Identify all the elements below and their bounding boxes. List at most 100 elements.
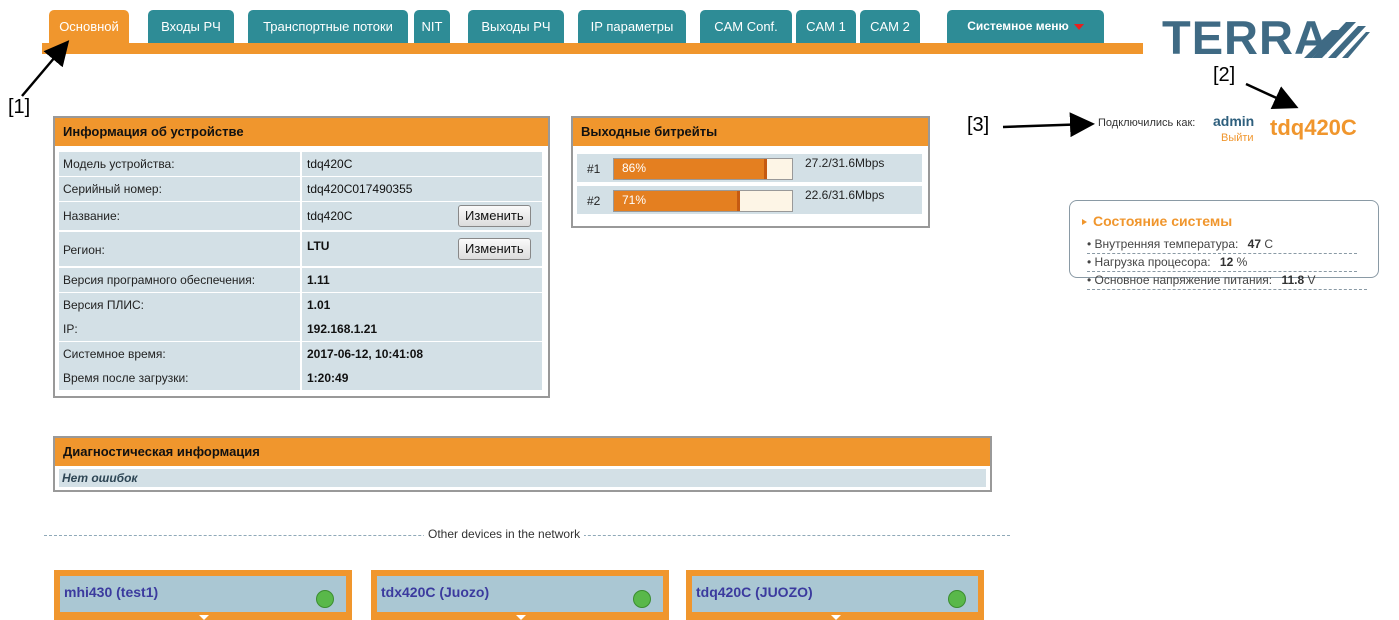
callout-1: [1] (8, 96, 31, 118)
terra-logo: TERRA (1162, 4, 1372, 64)
row-divider (300, 202, 302, 230)
chevron-down-icon[interactable] (831, 615, 841, 620)
device-card: mhi430 (test1) (60, 576, 346, 612)
status-led-icon (948, 590, 966, 608)
network-device-2[interactable]: tdx420C (Juozo) (371, 570, 669, 620)
network-divider-label: Other devices in the network (424, 527, 585, 541)
callout-3-arrow (1002, 112, 1095, 138)
status-unit: % (1236, 255, 1248, 269)
change-name-button[interactable]: Изменить (458, 205, 531, 227)
tab-cam-2[interactable]: CAM 2 (860, 10, 920, 43)
device-info-title: Информация об устройстве (55, 118, 548, 146)
device-card: tdq420C (JUOZO) (692, 576, 978, 612)
status-led-icon (316, 590, 334, 608)
status-row-cpu: • Нагрузка процесора: 12 % (1087, 255, 1357, 272)
tab-label: CAM Conf. (714, 19, 778, 34)
bitrate-percent: 71% (622, 193, 647, 207)
info-label: Время после загрузки: (63, 371, 189, 385)
logout-link[interactable]: Выйти (1221, 132, 1254, 144)
row-divider (300, 232, 302, 266)
device-info-panel: Информация об устройстве Модель устройст… (53, 116, 550, 398)
chevron-down-icon[interactable] (199, 615, 209, 620)
bitrate-index: #1 (587, 162, 601, 176)
device-card: tdx420C (Juozo) (377, 576, 663, 612)
tab-system-menu[interactable]: Системное меню (947, 10, 1104, 43)
chevron-down-icon[interactable] (516, 615, 526, 620)
info-value: 192.168.1.21 (307, 322, 378, 336)
info-value: tdq420C (307, 209, 353, 223)
status-value: 12 (1219, 255, 1234, 269)
status-led-icon (633, 590, 651, 608)
info-label: Системное время: (63, 347, 166, 361)
tab-cam-conf[interactable]: CAM Conf. (700, 10, 792, 43)
tab-label: Системное меню (967, 19, 1069, 33)
tab-label: Входы РЧ (161, 19, 221, 34)
chevron-down-icon (1073, 23, 1084, 30)
row-divider (300, 293, 302, 317)
row-divider (300, 177, 302, 201)
tab-rf-outputs[interactable]: Выходы РЧ (468, 10, 564, 43)
bitrate-index: #2 (587, 194, 601, 208)
status-row-temperature: • Внутренняя температура: 47 C (1087, 237, 1357, 254)
info-label: IP: (63, 322, 78, 336)
info-label: Регион: (63, 243, 105, 257)
tab-nit[interactable]: NIT (414, 10, 450, 43)
status-row-voltage: • Основное напряжение питания: 11.8 V (1087, 273, 1367, 290)
tab-label: IP параметры (590, 19, 674, 34)
tab-transport-streams[interactable]: Транспортные потоки (248, 10, 408, 43)
info-row-ip: IP: 192.168.1.21 (59, 317, 542, 341)
row-divider (300, 317, 302, 341)
system-status-title: Состояние системы (1082, 213, 1232, 229)
diagnostics-panel: Диагностическая информация Нет ошибок (53, 436, 992, 492)
callout-2: [2] (1213, 64, 1236, 86)
change-region-button[interactable]: Изменить (458, 238, 531, 260)
triangle-icon (1082, 219, 1087, 226)
device-name: tdq420C (1270, 115, 1357, 140)
info-label: Версия програмного обеспечения: (63, 273, 256, 287)
bitrate-value: 27.2/31.6Mbps (805, 156, 885, 170)
device-link[interactable]: mhi430 (test1) (64, 584, 158, 600)
device-link[interactable]: tdq420C (JUOZO) (696, 584, 813, 600)
callout-2-arrow (1245, 82, 1299, 110)
info-label: Модель устройства: (63, 157, 175, 171)
bitrate-row-2: #2 71% 22.6/31.6Mbps (577, 186, 922, 214)
device-link[interactable]: tdx420C (Juozo) (381, 584, 489, 600)
row-divider (300, 342, 302, 366)
bitrate-bar-2: 71% (613, 190, 793, 212)
info-row-software: Версия програмного обеспечения: 1.11 (59, 268, 542, 292)
login-info: Подключились как: admin Выйти tdq420C (1098, 112, 1368, 152)
tab-label: Выходы РЧ (481, 19, 551, 34)
tab-label: Основной (59, 19, 119, 34)
info-row-uptime: Время после загрузки: 1:20:49 (59, 366, 542, 390)
bitrate-value: 22.6/31.6Mbps (805, 188, 885, 202)
status-value: 47 (1247, 237, 1262, 251)
info-value: tdq420C017490355 (307, 182, 413, 196)
info-value: tdq420C (307, 157, 353, 171)
network-device-3[interactable]: tdq420C (JUOZO) (686, 570, 984, 620)
info-label: Серийный номер: (63, 182, 162, 196)
tab-label: NIT (421, 19, 443, 34)
tab-main[interactable]: Основной (49, 10, 129, 43)
tab-rf-inputs[interactable]: Входы РЧ (148, 10, 234, 43)
info-value: LTU (307, 239, 330, 253)
diagnostics-message: Нет ошибок (59, 469, 986, 487)
bitrate-bar-1: 86% (613, 158, 793, 180)
row-divider (300, 268, 302, 292)
status-unit: V (1307, 273, 1316, 287)
tab-cam-1[interactable]: CAM 1 (796, 10, 856, 43)
login-username: admin (1213, 113, 1255, 129)
info-row-system-time: Системное время: 2017-06-12, 10:41:08 (59, 342, 542, 366)
status-label: Нагрузка процесора: (1094, 255, 1211, 269)
info-label: Версия ПЛИС: (63, 298, 145, 312)
info-row-fpga: Версия ПЛИС: 1.01 (59, 293, 542, 317)
row-divider (300, 152, 302, 176)
bitrate-row-1: #1 86% 27.2/31.6Mbps (577, 154, 922, 182)
diagnostics-title: Диагностическая информация (55, 438, 990, 466)
info-value: 2017-06-12, 10:41:08 (307, 347, 424, 361)
bitrates-panel: Выходные битрейты #1 86% 27.2/31.6Mbps #… (571, 116, 930, 228)
system-status-box: Состояние системы • Внутренняя температу… (1069, 200, 1379, 290)
system-status-title-text: Состояние системы (1093, 213, 1233, 229)
network-device-1[interactable]: mhi430 (test1) (54, 570, 352, 620)
info-row-name: Название: tdq420C Изменить (59, 202, 542, 230)
tab-ip-settings[interactable]: IP параметры (578, 10, 686, 43)
